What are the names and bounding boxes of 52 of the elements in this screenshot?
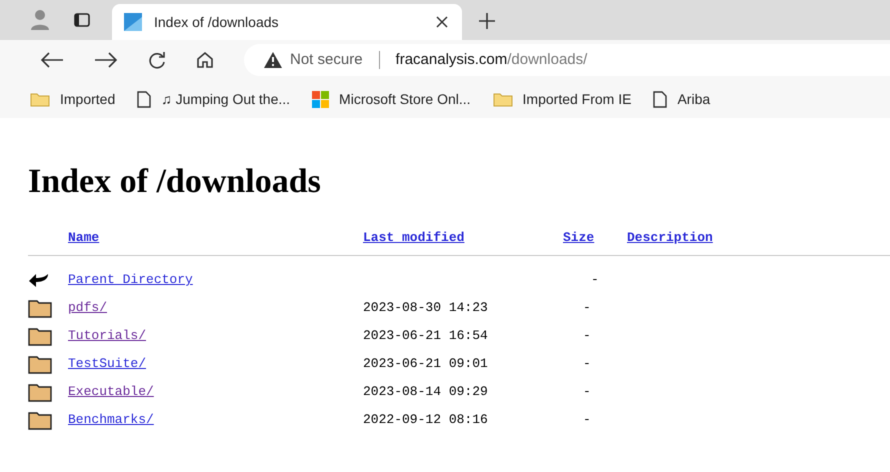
file-size: - [583, 384, 591, 400]
page-icon [653, 90, 668, 108]
column-header-link[interactable]: Size [563, 230, 594, 246]
back-icon[interactable] [40, 52, 64, 68]
modified-date: 2023-06-21 09:01 [363, 356, 488, 372]
bookmark[interactable]: Imported From IE [492, 88, 632, 110]
file-size: - [583, 356, 591, 372]
warning-icon [264, 52, 282, 68]
modified-date: 2022-09-12 08:16 [363, 412, 488, 428]
bookmark[interactable]: Imported [30, 88, 116, 110]
folder-icon [28, 382, 52, 402]
tab-title: Index of /downloads [154, 12, 280, 32]
directory-link[interactable]: Parent Directory [68, 272, 193, 288]
file-size: - [591, 272, 599, 288]
file-size: - [583, 300, 591, 316]
page-heading: Index of /downloads [28, 162, 322, 202]
folder-icon [28, 410, 52, 430]
back-arrow-icon [28, 271, 50, 289]
refresh-icon[interactable] [148, 51, 166, 69]
profile-icon[interactable] [30, 9, 50, 31]
security-warning: Not secure [290, 50, 363, 70]
file-size: - [583, 412, 591, 428]
modified-date: 2023-06-21 16:54 [363, 328, 488, 344]
url-text: fracanalysis.com/downloads/ [396, 50, 588, 70]
folder-icon [28, 326, 52, 346]
directory-link[interactable]: TestSuite/ [68, 356, 146, 372]
column-header-link[interactable]: Description [627, 230, 713, 246]
directory-link[interactable]: Executable/ [68, 384, 154, 400]
store-logo-icon [312, 90, 330, 108]
forward-icon[interactable] [94, 52, 118, 68]
address-bar[interactable]: Not secure fracanalysis.com/downloads/ [244, 44, 890, 76]
file-size: - [583, 328, 591, 344]
tab-panel-icon[interactable] [74, 13, 90, 27]
directory-link[interactable]: pdfs/ [68, 300, 108, 316]
folder-icon [28, 354, 52, 374]
directory-link[interactable]: Benchmarks/ [68, 412, 154, 428]
bookmark[interactable]: Ariba [653, 88, 710, 110]
modified-date: 2023-08-14 09:29 [363, 384, 488, 400]
folder-icon [28, 298, 52, 318]
modified-date: 2023-08-30 14:23 [363, 300, 488, 316]
home-icon[interactable] [196, 51, 214, 69]
folder-icon [30, 91, 50, 107]
folder-icon [492, 91, 513, 107]
bookmark[interactable]: ♫ Jumping Out the... [137, 88, 290, 110]
column-header-link[interactable]: Last modified [363, 230, 464, 246]
site-favicon-icon [124, 13, 142, 31]
page-icon [137, 90, 152, 108]
directory-link[interactable]: Tutorials/ [68, 328, 146, 344]
bookmark[interactable]: Microsoft Store Onl... [312, 88, 471, 110]
browser-tab[interactable]: Index of /downloads [112, 4, 462, 40]
new-tab-icon[interactable] [478, 12, 496, 30]
column-header-link[interactable]: Name [68, 230, 100, 246]
